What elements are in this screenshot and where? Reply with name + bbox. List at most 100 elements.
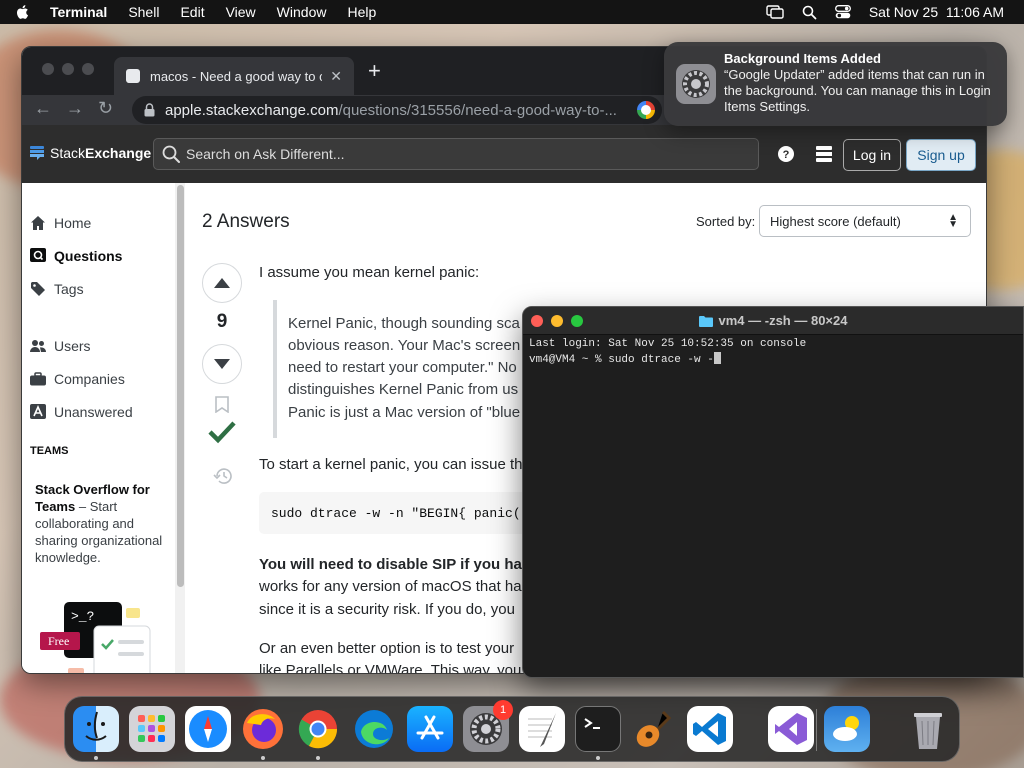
terminal-close-button[interactable] [531,315,543,327]
dock-edge[interactable] [351,706,397,752]
left-sidebar: Home Questions Tags Users Companies Unan… [22,183,174,673]
sidebar-item-users[interactable]: Users [30,338,91,354]
window-minimize-button[interactable] [62,63,74,75]
sidebar-item-label: Unanswered [54,404,133,420]
terminal-zoom-button[interactable] [571,315,583,327]
sidebar-item-companies[interactable]: Companies [30,371,125,387]
weather-cloud-sun-icon [833,716,859,741]
url-host: apple.stackexchange.com [165,101,339,119]
menu-app-name[interactable]: Terminal [50,4,107,20]
home-icon [31,216,45,230]
dock-running-indicator [261,756,265,760]
dock-firefox[interactable] [240,706,286,752]
dock-weather[interactable] [824,706,870,752]
site-search-input[interactable]: Search on Ask Different... [153,138,759,170]
downvote-button[interactable] [202,344,242,384]
sort-order-select[interactable]: Highest score (default) ▲ ▼ [759,205,971,237]
new-tab-icon[interactable]: + [368,60,381,82]
vscode-icon [693,713,726,745]
browser-tab[interactable]: macos - Need a good way to c ✕ [114,57,354,95]
dock-launchpad[interactable] [129,706,175,752]
menu-shell[interactable]: Shell [128,4,159,20]
dock-running-indicator [94,756,98,760]
sorted-by-label: Sorted by: [696,214,756,229]
sidebar-item-label: Companies [54,371,125,387]
edge-icon [355,710,393,748]
terminal-minimize-button[interactable] [551,315,563,327]
downvote-arrow-icon [214,359,230,369]
signup-button[interactable]: Sign up [906,139,976,171]
dock-system-settings[interactable]: 1 [463,700,513,752]
login-button[interactable]: Log in [843,139,901,171]
logo-text-exchange: Exchange [85,145,152,161]
sidebar-item-label: Questions [54,248,123,264]
address-bar[interactable]: apple.stackexchange.com /questions/31555… [132,96,662,124]
control-center-icon[interactable] [834,5,851,19]
safari-compass-icon [189,710,227,748]
trash-icon [914,713,942,749]
visual-studio-icon [775,713,807,745]
window-zoom-button[interactable] [82,63,94,75]
terminal-window[interactable]: vm4 — -zsh — 80×24 Last login: Sat Nov 2… [522,306,1024,678]
users-icon [30,340,46,352]
teams-illustration: >_? Free [38,600,158,673]
help-icon[interactable]: ? [778,146,794,162]
reload-icon[interactable]: ↻ [98,98,113,119]
menu-view[interactable]: View [226,4,256,20]
dock-safari[interactable] [185,706,231,752]
dock-terminal[interactable] [575,706,621,752]
code-block: sudo dtrace -w -n "BEGIN{ panic( [259,492,539,534]
lock-icon[interactable] [144,103,155,117]
terminal-titlebar[interactable]: vm4 — -zsh — 80×24 [523,307,1023,335]
dock-trash[interactable] [905,706,951,752]
system-settings-gear-icon [676,64,716,104]
window-close-button[interactable] [42,63,54,75]
dock-vscode[interactable] [687,706,733,752]
dock-chrome[interactable] [295,706,341,752]
notification-banner[interactable]: Background Items Added “Google Updater” … [664,42,1007,126]
sidebar-item-label: Home [54,215,92,231]
menu-window[interactable]: Window [277,4,327,20]
screen-mirroring-icon[interactable] [766,5,784,19]
launchpad-grid-icon [138,715,165,742]
history-icon[interactable] [213,467,233,485]
menu-edit[interactable]: Edit [180,4,204,20]
sidebar-item-tags[interactable]: Tags [30,281,84,297]
guitar-icon [636,710,672,747]
sidebar-item-unanswered[interactable]: Unanswered [30,404,133,420]
sidebar-scrollbar[interactable] [175,183,185,673]
forward-arrow-icon[interactable]: → [66,98,84,119]
dock-separator [816,709,817,751]
google-icon[interactable] [637,101,655,119]
sidebar-item-label: Users [54,338,91,354]
menu-clock[interactable]: Sat Nov 25 11:06 AM [869,4,1004,20]
answer-text: like Parallels or VMWare. This way, you [259,662,522,674]
site-switcher-icon[interactable] [816,146,832,162]
app-store-icon [416,715,444,740]
textedit-icon [528,713,556,747]
dock-visual-studio[interactable] [768,706,814,752]
spotlight-search-icon[interactable] [802,5,817,20]
dock-textedit[interactable] [519,706,565,752]
teams-heading: TEAMS [30,445,69,457]
upvote-button[interactable] [202,263,242,303]
dock-finder[interactable] [73,706,119,752]
sidebar-item-questions[interactable]: Questions [30,248,122,264]
quote-line: need to restart your computer." No [288,359,517,376]
stackexchange-logo[interactable]: Stack Exchange [30,145,151,161]
terminal-prompt-line[interactable]: vm4@VM4 ~ % sudo dtrace -w - [529,352,721,366]
tab-close-icon[interactable]: ✕ [330,68,342,85]
teams-promo-text: Stack Overflow for Teams – Start collabo… [35,481,165,566]
bookmark-icon[interactable] [215,396,229,413]
back-arrow-icon[interactable]: ← [34,98,52,119]
dock-app-store[interactable] [407,706,453,752]
sidebar-scrollbar-thumb[interactable] [177,185,184,587]
menu-bar: Terminal Shell Edit View Window Help Sat… [0,0,1024,24]
quote-line: distinguishes Kernel Panic from us [288,381,519,398]
unanswered-icon [30,404,46,419]
apple-icon[interactable] [14,3,32,21]
dock-garageband[interactable] [631,706,677,752]
menu-help[interactable]: Help [347,4,376,20]
sidebar-item-home[interactable]: Home [30,215,91,231]
svg-text:?: ? [783,149,790,161]
